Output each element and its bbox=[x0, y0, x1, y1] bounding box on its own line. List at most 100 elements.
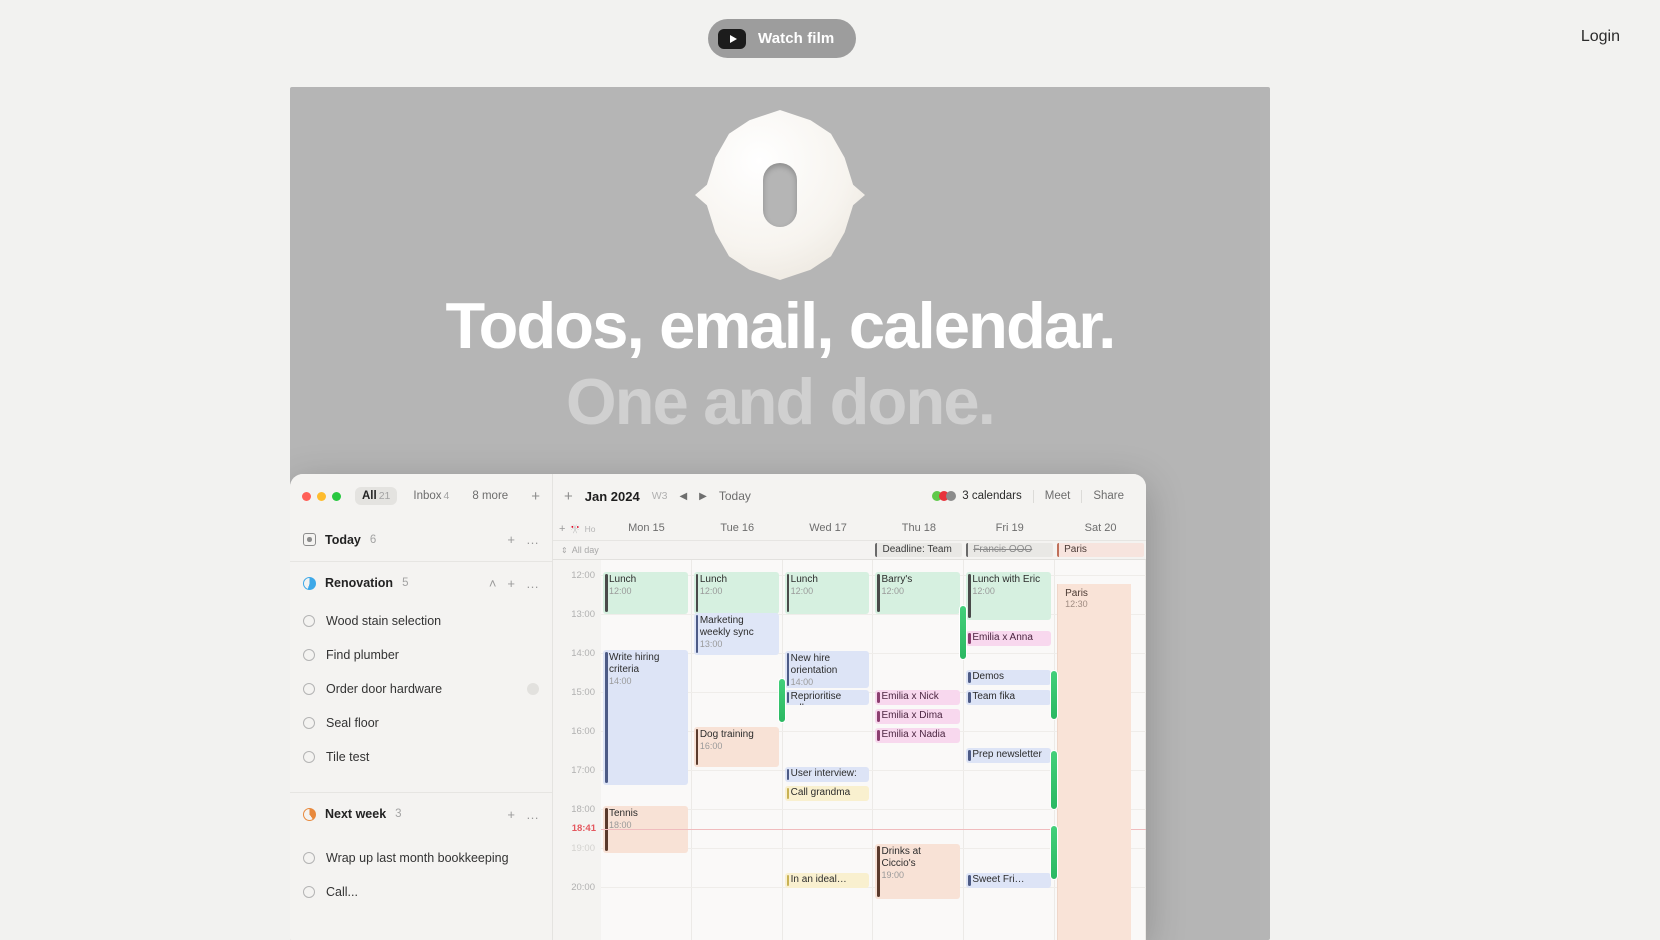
day-column-fri[interactable]: Lunch with Eric 12:00 Emilia x Anna Demos Te… bbox=[964, 560, 1059, 940]
calendar-week-number: W3 bbox=[651, 490, 668, 502]
calendar-event[interactable]: Lunch 12:00 bbox=[603, 572, 688, 614]
day-column-sat[interactable]: Paris 12:30 bbox=[1055, 560, 1146, 940]
calendar-event[interactable]: Emilia x Nadia bbox=[875, 728, 961, 743]
list-item[interactable]: Tile test bbox=[290, 740, 552, 774]
day-column-thu[interactable]: Barry's 12:00 Emilia x Nick Emilia x Dima Em… bbox=[873, 560, 968, 940]
all-day-event[interactable]: Deadline: Team bbox=[875, 543, 963, 557]
calendar-color-dots bbox=[932, 491, 957, 501]
calendar-event[interactable]: Marketing weekly sync 13:00 bbox=[693, 613, 779, 655]
add-event-button[interactable]: + bbox=[564, 488, 573, 505]
list-item[interactable]: Order door hardware bbox=[290, 672, 552, 706]
all-day-event[interactable]: Francis OOO bbox=[966, 543, 1054, 557]
calendar-event[interactable]: Write hiring criteria 14:00 bbox=[603, 650, 688, 785]
close-window-button[interactable] bbox=[302, 491, 311, 501]
share-button[interactable]: Share bbox=[1082, 490, 1135, 502]
calendar-event[interactable]: Sweet Fri… bbox=[966, 873, 1052, 888]
meet-button[interactable]: Meet bbox=[1034, 490, 1082, 502]
day-header-tue[interactable]: Tue 16 bbox=[692, 518, 783, 540]
group-header-today[interactable]: Today 6 + … bbox=[290, 518, 552, 561]
calendar-event[interactable]: User interview: bbox=[784, 767, 870, 782]
calendars-selector[interactable]: 3 calendars bbox=[962, 490, 1032, 502]
calendar-event[interactable]: Demos bbox=[966, 670, 1052, 685]
day-column-tue[interactable]: Lunch 12:00 Marketing weekly sync 13:00 Dog … bbox=[692, 560, 786, 940]
task-checkbox[interactable] bbox=[303, 683, 315, 695]
day-header-sat[interactable]: Sat 20 bbox=[1055, 518, 1146, 540]
day-header-mon[interactable]: Mon 15 bbox=[601, 518, 692, 540]
all-day-cell-mon[interactable] bbox=[601, 541, 692, 559]
availability-pill[interactable] bbox=[777, 678, 786, 723]
calendar-event[interactable]: Team fika bbox=[966, 690, 1052, 705]
task-checkbox[interactable] bbox=[303, 751, 315, 763]
chevron-up-icon[interactable]: ˄ bbox=[489, 576, 497, 591]
sidebar-tab-more[interactable]: 8 more bbox=[465, 487, 515, 505]
availability-pill[interactable] bbox=[1050, 670, 1059, 720]
all-day-cell-fri[interactable]: Francis OOO bbox=[964, 541, 1055, 559]
calendar-event[interactable]: Lunch 12:00 bbox=[784, 572, 870, 614]
calendar-event[interactable]: Reprioritise roll… bbox=[784, 690, 870, 705]
calendar-event[interactable]: Emilia x Nick bbox=[875, 690, 961, 705]
list-item[interactable]: Call... bbox=[290, 875, 552, 909]
task-checkbox[interactable] bbox=[303, 886, 315, 898]
availability-pill[interactable] bbox=[1050, 750, 1059, 810]
prev-week-button[interactable]: ◀ bbox=[679, 491, 687, 502]
group-more-button-today[interactable]: … bbox=[526, 532, 539, 547]
availability-pill[interactable] bbox=[959, 605, 968, 660]
expand-icon[interactable]: ⇕ bbox=[561, 546, 568, 555]
group-header-renovation[interactable]: Renovation 5 ˄ + … bbox=[290, 561, 552, 604]
group-header-next-week[interactable]: Next week 3 + … bbox=[290, 792, 552, 835]
watch-film-button[interactable]: Watch film bbox=[708, 19, 857, 58]
calendar-event[interactable]: Dog training 16:00 bbox=[693, 727, 779, 767]
list-item[interactable]: Find plumber bbox=[290, 638, 552, 672]
list-item[interactable]: Wrap up last month bookkeeping bbox=[290, 841, 552, 875]
time-label: 12:00 bbox=[571, 570, 595, 581]
day-header-gutter: + 🎌 Ho bbox=[553, 518, 601, 540]
day-header-thu[interactable]: Thu 18 bbox=[873, 518, 964, 540]
event-title: Reprioritise roll… bbox=[790, 691, 842, 705]
list-item[interactable]: Seal floor bbox=[290, 706, 552, 740]
next-week-button[interactable]: ▶ bbox=[699, 491, 707, 502]
maximize-window-button[interactable] bbox=[332, 491, 341, 501]
day-column-wed[interactable]: Lunch 12:00 New hire orientation 14:00 Repri… bbox=[783, 560, 874, 940]
time-label: 20:00 bbox=[571, 882, 595, 893]
task-checkbox[interactable] bbox=[303, 852, 315, 864]
all-day-cell-sat[interactable]: Paris bbox=[1055, 541, 1146, 559]
calendar-event[interactable]: In an ideal… bbox=[784, 873, 870, 888]
login-link[interactable]: Login bbox=[1581, 28, 1620, 46]
all-day-cell-tue[interactable] bbox=[692, 541, 783, 559]
next-week-icon bbox=[303, 807, 316, 821]
list-item[interactable]: Wood stain selection bbox=[290, 604, 552, 638]
task-checkbox[interactable] bbox=[303, 649, 315, 661]
day-header-fri[interactable]: Fri 19 bbox=[964, 518, 1055, 540]
calendar-event[interactable]: Call grandma bbox=[784, 786, 870, 801]
calendar-event[interactable]: Drinks at Ciccio's 19:00 bbox=[875, 844, 961, 899]
event-title: New hire orientation bbox=[790, 653, 838, 676]
calendar-event[interactable]: Prep newsletter bbox=[966, 748, 1052, 763]
day-header-wed[interactable]: Wed 17 bbox=[783, 518, 874, 540]
calendar-event[interactable]: New hire orientation 14:00 bbox=[784, 651, 870, 688]
day-column-mon[interactable]: Lunch 12:00 Write hiring criteria 14:00 Tenn… bbox=[601, 560, 692, 940]
add-task-button-today[interactable]: + bbox=[507, 532, 515, 547]
add-calendar-button[interactable]: + bbox=[559, 523, 565, 535]
calendar-event[interactable]: Lunch with Eric 12:00 bbox=[966, 572, 1052, 620]
group-more-button-renovation[interactable]: … bbox=[526, 576, 539, 591]
all-day-cell-wed[interactable] bbox=[783, 541, 874, 559]
today-button[interactable]: Today bbox=[719, 489, 751, 503]
group-name: Renovation bbox=[325, 576, 394, 590]
availability-pill[interactable] bbox=[1050, 825, 1059, 880]
task-checkbox[interactable] bbox=[303, 717, 315, 729]
all-day-event[interactable]: Paris bbox=[1057, 543, 1144, 557]
calendar-event[interactable]: Emilia x Anna bbox=[966, 631, 1052, 646]
calendar-event[interactable]: Lunch 12:00 bbox=[693, 572, 779, 614]
sidebar-tab-all[interactable]: All 21 bbox=[355, 487, 398, 505]
add-task-button-next-week[interactable]: + bbox=[507, 807, 515, 822]
calendar-event[interactable]: Barry's 12:00 bbox=[875, 572, 961, 614]
paris-trip-block[interactable]: Paris 12:30 bbox=[1057, 584, 1132, 940]
calendar-event[interactable]: Emilia x Dima bbox=[875, 709, 961, 724]
add-task-button-renovation[interactable]: + bbox=[507, 576, 515, 591]
add-list-button[interactable]: + bbox=[531, 488, 540, 505]
group-more-button-next-week[interactable]: … bbox=[526, 807, 539, 822]
minimize-window-button[interactable] bbox=[317, 491, 326, 501]
task-checkbox[interactable] bbox=[303, 615, 315, 627]
all-day-cell-thu[interactable]: Deadline: Team bbox=[873, 541, 964, 559]
sidebar-tab-inbox[interactable]: Inbox 4 bbox=[406, 487, 456, 505]
